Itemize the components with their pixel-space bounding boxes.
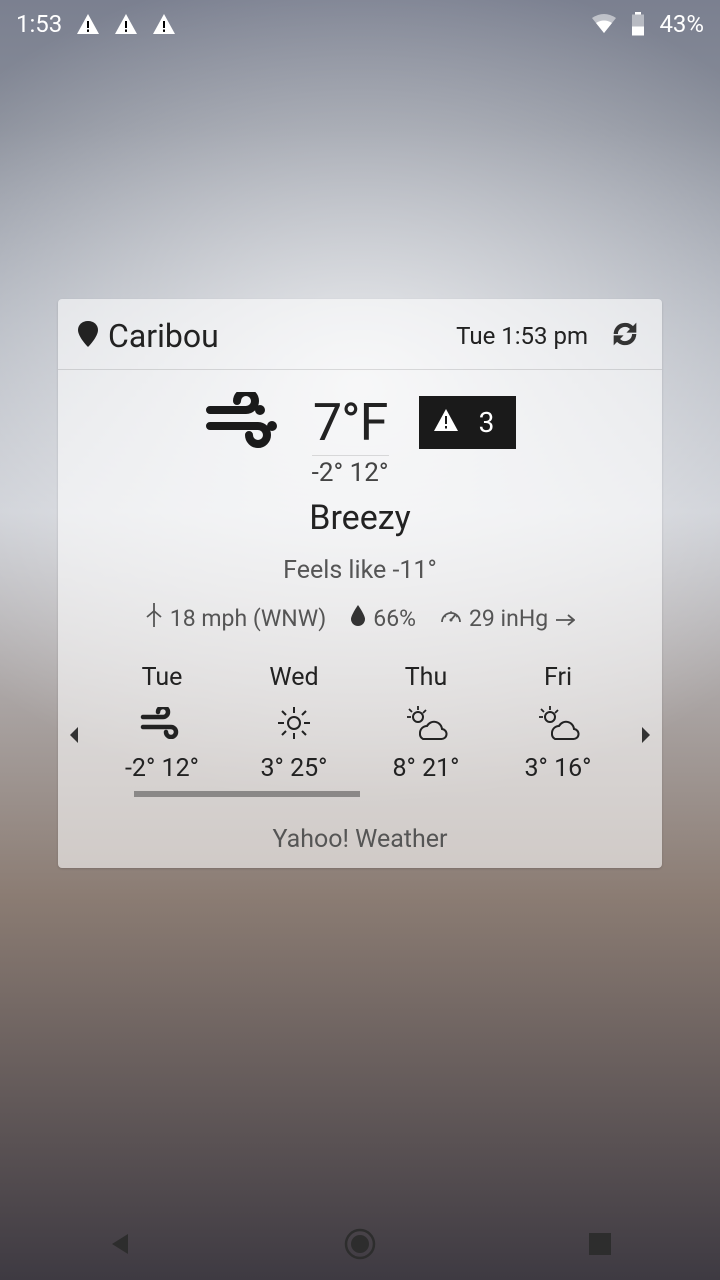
- forecast-icon: [492, 702, 624, 744]
- refresh-icon[interactable]: [608, 317, 642, 355]
- wind-detail: 18 mph (WNW): [145, 603, 327, 633]
- location-pin-icon: [78, 317, 98, 355]
- forecast-hilo: 8° 21°: [360, 754, 492, 783]
- forecast-day[interactable]: Tue -2° 12°: [96, 663, 228, 783]
- droplet-icon: [350, 604, 366, 632]
- battery-percent: 43%: [659, 10, 704, 38]
- forecast: Tue -2° 12° Wed 3° 25° Thu 8° 21° Fri 3° 16°: [58, 663, 662, 811]
- condition: Breezy: [78, 498, 642, 538]
- forecast-icon: [360, 702, 492, 744]
- location-name: Caribou: [108, 317, 219, 355]
- forecast-day-label: Thu: [360, 663, 492, 692]
- forecast-day[interactable]: Wed 3° 25°: [228, 663, 360, 783]
- status-bar: 1:53 43%: [0, 0, 720, 48]
- forecast-next[interactable]: [640, 726, 652, 748]
- alert-icon: [433, 406, 459, 439]
- warning-icon: [152, 13, 176, 35]
- alert-count: 3: [479, 406, 495, 439]
- forecast-day[interactable]: Thu 8° 21°: [360, 663, 492, 783]
- current-temp: 7°F: [312, 392, 389, 453]
- forecast-day-label: Wed: [228, 663, 360, 692]
- attribution[interactable]: Yahoo! Weather: [58, 811, 662, 868]
- widget-header: Caribou Tue 1:53 pm: [58, 299, 662, 370]
- turbine-icon: [145, 603, 163, 633]
- status-time: 1:53: [16, 10, 62, 38]
- forecast-icon: [228, 702, 360, 744]
- forecast-day-label: Fri: [492, 663, 624, 692]
- forecast-icon: [96, 702, 228, 744]
- recent-button[interactable]: [540, 1232, 660, 1256]
- humidity-detail: 66%: [350, 604, 416, 632]
- location[interactable]: Caribou: [78, 317, 219, 355]
- battery-icon: [631, 12, 645, 36]
- weather-widget[interactable]: Caribou Tue 1:53 pm 7°F -2° 12° 3 Breezy…: [58, 299, 662, 868]
- wind-icon: [204, 392, 282, 454]
- forecast-prev[interactable]: [68, 726, 80, 748]
- datetime: Tue 1:53 pm: [456, 322, 588, 350]
- back-button[interactable]: [60, 1230, 180, 1258]
- wifi-icon: [591, 13, 617, 35]
- forecast-hilo: -2° 12°: [96, 754, 228, 783]
- arrow-right-icon: [555, 605, 575, 632]
- pressure-detail: 29 inHg: [440, 605, 575, 632]
- scroll-indicator: [134, 791, 586, 797]
- forecast-hilo: 3° 16°: [492, 754, 624, 783]
- home-button[interactable]: [300, 1227, 420, 1261]
- gauge-icon: [440, 605, 462, 632]
- forecast-day-label: Tue: [96, 663, 228, 692]
- weather-alert[interactable]: 3: [419, 396, 517, 449]
- feels-like: Feels like -11°: [78, 556, 642, 585]
- forecast-day[interactable]: Fri 3° 16°: [492, 663, 624, 783]
- details-row: 18 mph (WNW) 66% 29 inHg: [78, 603, 642, 633]
- forecast-hilo: 3° 25°: [228, 754, 360, 783]
- nav-bar: [0, 1208, 720, 1280]
- hi-lo: -2° 12°: [312, 455, 389, 488]
- warning-icon: [114, 13, 138, 35]
- warning-icon: [76, 13, 100, 35]
